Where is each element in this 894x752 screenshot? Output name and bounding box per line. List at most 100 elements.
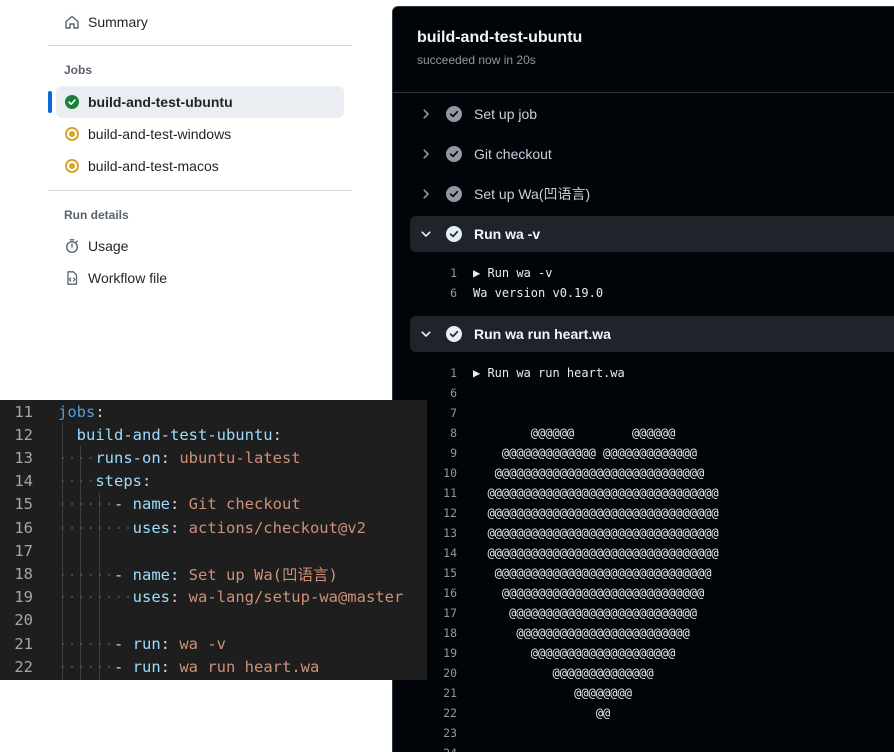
jobs-heading: Jobs (64, 63, 93, 77)
code-token: runs-on (95, 448, 161, 467)
editor-line-code: ····steps: (58, 472, 151, 490)
log-line-number: 22 (443, 706, 457, 720)
step-run-heart[interactable]: Run wa run heart.wa (410, 316, 894, 352)
log-line-text[interactable]: ▶ Run wa -v (473, 266, 552, 280)
log-line-number: 6 (450, 386, 457, 400)
code-token: - (114, 634, 133, 653)
editor-line[interactable]: 13 ····runs-on: ubuntu-latest (0, 446, 301, 469)
job-label: build-and-test-windows (88, 126, 232, 142)
sidebar-item-workflow-file[interactable]: Workflow file (56, 262, 344, 294)
editor-line[interactable]: 16 ········uses: actions/checkout@v2 (0, 516, 366, 539)
step-set-up-job[interactable]: Set up job (410, 96, 894, 132)
log-line: 1 ▶ Run wa run heart.wa (433, 363, 625, 383)
log-line-text: @@@@@@@@@@@@@@@@@@@@@@@@@@@@@@@@ (473, 506, 719, 520)
step-success-icon (446, 226, 462, 242)
step-set-up-wa[interactable]: Set up Wa(凹语言) (410, 176, 894, 212)
editor-line[interactable]: 12 build-and-test-ubuntu: (0, 423, 282, 446)
code-token: run (132, 634, 161, 653)
editor-line[interactable]: 19 ········uses: wa-lang/setup-wa@master (0, 586, 403, 609)
sidebar-job-ubuntu[interactable]: build-and-test-ubuntu (56, 86, 344, 118)
editor-line[interactable]: 14 ····steps: (0, 470, 151, 493)
editor-line[interactable]: 21 ······- run: wa -v (0, 632, 226, 655)
log-line-number: 10 (443, 466, 457, 480)
chevron-right-icon (418, 106, 434, 122)
log-line-text: @@@@@@@@@@@@@@@@@@@@@@@@ (473, 626, 690, 640)
editor-line-number: 22 (14, 657, 33, 676)
code-token: wa -v (179, 634, 227, 653)
log-line: 6 Wa version v0.19.0 (433, 283, 603, 303)
sidebar-job-macos[interactable]: build-and-test-macos (56, 150, 344, 182)
log-line-text: @@@@@@@@@@@@@@@@@@@@@@@@@@@@@@@@ (473, 546, 719, 560)
log-line: 14 @@@@@@@@@@@@@@@@@@@@@@@@@@@@@@@@ (433, 543, 719, 563)
code-token: ···· (58, 472, 96, 491)
code-token: jobs (58, 402, 96, 421)
sidebar-item-summary[interactable]: Summary (56, 6, 344, 38)
log-line-number: 11 (443, 486, 457, 500)
sidebar-job-windows[interactable]: build-and-test-windows (56, 118, 344, 150)
editor-line[interactable]: 22 ······- run: wa run heart.wa (0, 655, 319, 678)
stopwatch-icon (64, 238, 80, 254)
editor-line[interactable]: 20 (0, 609, 58, 632)
log-line: 17 @@@@@@@@@@@@@@@@@@@@@@@@@@ (433, 603, 697, 623)
log-line-number: 23 (443, 726, 457, 740)
home-icon (64, 14, 80, 30)
code-token: ········ (58, 518, 133, 537)
log-header: build-and-test-ubuntu succeeded now in 2… (417, 29, 582, 67)
log-line: 20 @@@@@@@@@@@@@@ (433, 663, 654, 683)
editor-line-code: ········uses: actions/checkout@v2 (58, 519, 366, 537)
log-line-number: 20 (443, 666, 457, 680)
log-line: 24 (433, 743, 473, 752)
code-token: steps (95, 472, 142, 491)
editor-line[interactable]: 18 ······- name: Set up Wa(凹语言) (0, 562, 338, 585)
sidebar-item-label: Usage (88, 238, 129, 254)
chevron-right-icon (418, 186, 434, 202)
log-line-number: 8 (450, 426, 457, 440)
editor-line-number: 12 (14, 425, 33, 444)
code-token: - (114, 495, 133, 514)
log-line: 23 (433, 723, 473, 743)
sidebar-item-label: Workflow file (88, 270, 168, 286)
editor-line-code: ······- name: Git checkout (58, 495, 301, 513)
log-line-number: 12 (443, 506, 457, 520)
code-token: ······ (58, 495, 114, 514)
log-line-number: 18 (443, 626, 457, 640)
log-line: 10 @@@@@@@@@@@@@@@@@@@@@@@@@@@@@ (433, 463, 704, 483)
code-token: ······ (58, 565, 114, 584)
editor-line[interactable]: 15 ······- name: Git checkout (0, 493, 301, 516)
log-line-text: @@@@@@@@@@@@@@@@@@@@@@@@@@ (473, 606, 697, 620)
code-token: ······ (58, 634, 114, 653)
log-line-number: 7 (450, 406, 457, 420)
editor-line[interactable]: 17 (0, 539, 58, 562)
code-token: ubuntu-latest (179, 448, 301, 467)
sidebar-divider (48, 190, 352, 191)
step-run-wa-version[interactable]: Run wa -v (410, 216, 894, 252)
editor-line-number: 19 (14, 588, 33, 607)
step-success-icon (446, 326, 462, 342)
editor-line-code: jobs: (58, 403, 105, 421)
sidebar-item-usage[interactable]: Usage (56, 230, 344, 262)
editor-line-code: ······- name: Set up Wa(凹语言) (58, 563, 338, 585)
step-git-checkout[interactable]: Git checkout (410, 136, 894, 172)
code-token: : (169, 518, 189, 537)
log-line-number: 1 (450, 266, 457, 280)
log-line-text: @@@@@@@@@@@@@@@@@@@@@@@@@@@@ (473, 586, 705, 600)
log-line-text: @@@@@@@@@@@@@@ (473, 666, 654, 680)
code-token: : (142, 472, 152, 491)
log-line-number: 9 (450, 446, 457, 460)
chevron-right-icon (418, 146, 434, 162)
step-label: Run wa -v (474, 226, 541, 242)
editor-line-number: 13 (14, 448, 33, 467)
log-line-text[interactable]: ▶ Run wa run heart.wa (473, 366, 625, 380)
log-line-number: 15 (443, 566, 457, 580)
log-line: 8 @@@@@@ @@@@@@ (433, 423, 675, 443)
log-line-text: @@@@@@@@@@@@@@@@@@@@ (473, 646, 676, 660)
code-token: : (160, 634, 180, 653)
code-token: ········ (58, 588, 133, 607)
step-label: Set up Wa(凹语言) (474, 186, 591, 202)
editor-line[interactable]: 11 jobs: (0, 400, 105, 423)
job-title: build-and-test-ubuntu (417, 29, 583, 46)
code-token: name (132, 565, 170, 584)
active-indicator (48, 91, 52, 113)
step-success-icon (446, 186, 462, 202)
